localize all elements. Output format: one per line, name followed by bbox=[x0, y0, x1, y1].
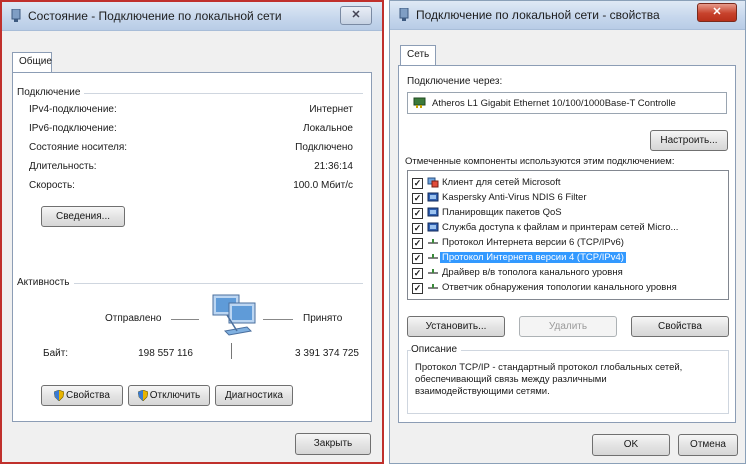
disable-button[interactable]: Отключить bbox=[128, 385, 210, 406]
list-item-ipv6[interactable]: ✓ Протокол Интернета версии 6 (TCP/IPv6) bbox=[412, 237, 726, 249]
components-list[interactable]: ✓ Клиент для сетей Microsoft ✓ Kaspersky… bbox=[407, 170, 729, 300]
duration-label: Длительность: bbox=[29, 161, 97, 172]
description-text: Протокол TCP/IP - стандартный протокол г… bbox=[415, 362, 683, 397]
status-window: Состояние - Подключение по локальной сет… bbox=[0, 0, 384, 464]
install-button[interactable]: Установить... bbox=[407, 316, 505, 337]
checkbox[interactable]: ✓ bbox=[412, 193, 423, 204]
sent-label: Отправлено bbox=[105, 313, 162, 324]
adapter-box: Atheros L1 Gigabit Ethernet 10/100/1000B… bbox=[407, 92, 727, 114]
tab-general[interactable]: Общие bbox=[12, 52, 52, 73]
properties-button[interactable]: Свойства bbox=[41, 385, 123, 406]
checkbox[interactable]: ✓ bbox=[412, 223, 423, 234]
tab-network[interactable]: Сеть bbox=[400, 45, 436, 66]
ipv6-value: Локальное bbox=[303, 123, 353, 134]
duration-value: 21:36:14 bbox=[314, 161, 353, 172]
checkbox[interactable]: ✓ bbox=[412, 208, 423, 219]
client-icon bbox=[427, 177, 439, 188]
bytes-sent-value: 198 557 116 bbox=[138, 348, 193, 359]
media-state-label: Состояние носителя: bbox=[29, 142, 128, 153]
component-properties-button[interactable]: Свойства bbox=[631, 316, 729, 337]
activity-group-label: Активность bbox=[17, 277, 74, 288]
ipv6-label: IPv6-подключение: bbox=[29, 123, 117, 134]
service-icon bbox=[427, 222, 439, 232]
protocol-icon bbox=[428, 269, 438, 274]
protocol-icon bbox=[428, 239, 438, 244]
protocol-icon bbox=[428, 284, 438, 289]
bytes-divider bbox=[231, 343, 232, 359]
ok-button[interactable]: OK bbox=[592, 434, 670, 456]
diagnose-button[interactable]: Диагностика bbox=[215, 385, 293, 406]
properties-window-title: Подключение по локальной сети - свойства bbox=[416, 8, 660, 22]
network-connection-icon bbox=[11, 9, 21, 22]
components-label: Отмеченные компоненты используются этим … bbox=[405, 156, 675, 167]
connect-using-label: Подключение через: bbox=[407, 76, 503, 87]
service-icon bbox=[427, 207, 439, 217]
speed-label: Скорость: bbox=[29, 180, 75, 191]
properties-window: Подключение по локальной сети - свойства… bbox=[389, 0, 746, 464]
list-item-label: Ответчик обнаружения топологии канальног… bbox=[442, 282, 677, 293]
list-item-file-sharing[interactable]: ✓ Служба доступа к файлам и принтерам се… bbox=[412, 222, 726, 234]
speed-value: 100.0 Мбит/с bbox=[293, 180, 353, 191]
media-state-value: Подключено bbox=[295, 142, 353, 153]
list-item-label: Служба доступа к файлам и принтерам сете… bbox=[442, 222, 679, 233]
configure-button[interactable]: Настроить... bbox=[650, 130, 728, 151]
list-item-label: Драйвер в/в тополога канального уровня bbox=[442, 267, 623, 278]
ipv4-value: Интернет bbox=[309, 104, 353, 115]
status-window-close-button[interactable]: ✕ bbox=[340, 6, 372, 25]
status-window-title: Состояние - Подключение по локальной сет… bbox=[28, 9, 282, 23]
network-connection-icon bbox=[399, 8, 409, 21]
list-item-qos-scheduler[interactable]: ✓ Планировщик пакетов QoS bbox=[412, 207, 726, 219]
network-panel: Подключение через: Atheros L1 Gigabit Et… bbox=[398, 65, 736, 423]
list-item-ipv4[interactable]: ✓ Протокол Интернета версии 4 (TCP/IPv4) bbox=[412, 252, 726, 264]
list-item-label: Протокол Интернета версии 6 (TCP/IPv6) bbox=[442, 237, 624, 248]
adapter-name: Atheros L1 Gigabit Ethernet 10/100/1000B… bbox=[432, 98, 676, 109]
general-panel: Подключение IPv4-подключение: Интернет I… bbox=[12, 72, 372, 422]
received-label: Принято bbox=[303, 313, 343, 324]
disable-button-label: Отключить bbox=[149, 390, 201, 401]
list-item-label: Протокол Интернета версии 4 (TCP/IPv4) bbox=[440, 252, 626, 263]
uac-shield-icon bbox=[137, 389, 148, 401]
cancel-button[interactable]: Отмена bbox=[678, 434, 738, 456]
list-item-label: Клиент для сетей Microsoft bbox=[442, 177, 561, 188]
status-window-titlebar[interactable]: Состояние - Подключение по локальной сет… bbox=[2, 2, 382, 31]
list-item-label: Планировщик пакетов QoS bbox=[442, 207, 562, 218]
service-icon bbox=[427, 192, 439, 202]
description-group-label: Описание bbox=[411, 344, 462, 355]
checkbox[interactable]: ✓ bbox=[412, 238, 423, 249]
list-item-kaspersky-filter[interactable]: ✓ Kaspersky Anti-Virus NDIS 6 Filter bbox=[412, 192, 726, 204]
sent-line bbox=[171, 319, 199, 320]
remove-button: Удалить bbox=[519, 316, 617, 337]
bytes-label: Байт: bbox=[43, 348, 69, 359]
list-item-lltd-mapper[interactable]: ✓ Драйвер в/в тополога канального уровня bbox=[412, 267, 726, 279]
checkbox[interactable]: ✓ bbox=[412, 268, 423, 279]
bytes-received-value: 3 391 374 725 bbox=[295, 348, 359, 359]
list-item-lltd-responder[interactable]: ✓ Ответчик обнаружения топологии канальн… bbox=[412, 282, 726, 294]
details-button[interactable]: Сведения... bbox=[41, 206, 125, 227]
properties-button-label: Свойства bbox=[66, 390, 110, 401]
checkbox[interactable]: ✓ bbox=[412, 178, 423, 189]
network-adapter-icon bbox=[413, 97, 426, 108]
checkbox[interactable]: ✓ bbox=[412, 253, 423, 264]
list-item-label: Kaspersky Anti-Virus NDIS 6 Filter bbox=[442, 192, 587, 203]
properties-window-titlebar[interactable]: Подключение по локальной сети - свойства… bbox=[390, 1, 745, 30]
uac-shield-icon bbox=[54, 389, 65, 401]
list-item-ms-client[interactable]: ✓ Клиент для сетей Microsoft bbox=[412, 177, 726, 189]
network-activity-icon bbox=[212, 294, 256, 336]
checkbox[interactable]: ✓ bbox=[412, 283, 423, 294]
properties-window-close-button[interactable]: ✕ bbox=[697, 3, 737, 22]
connection-group-label: Подключение bbox=[17, 87, 85, 98]
close-button[interactable]: Закрыть bbox=[295, 433, 371, 455]
protocol-icon bbox=[428, 254, 438, 259]
received-line bbox=[263, 319, 293, 320]
ipv4-label: IPv4-подключение: bbox=[29, 104, 117, 115]
